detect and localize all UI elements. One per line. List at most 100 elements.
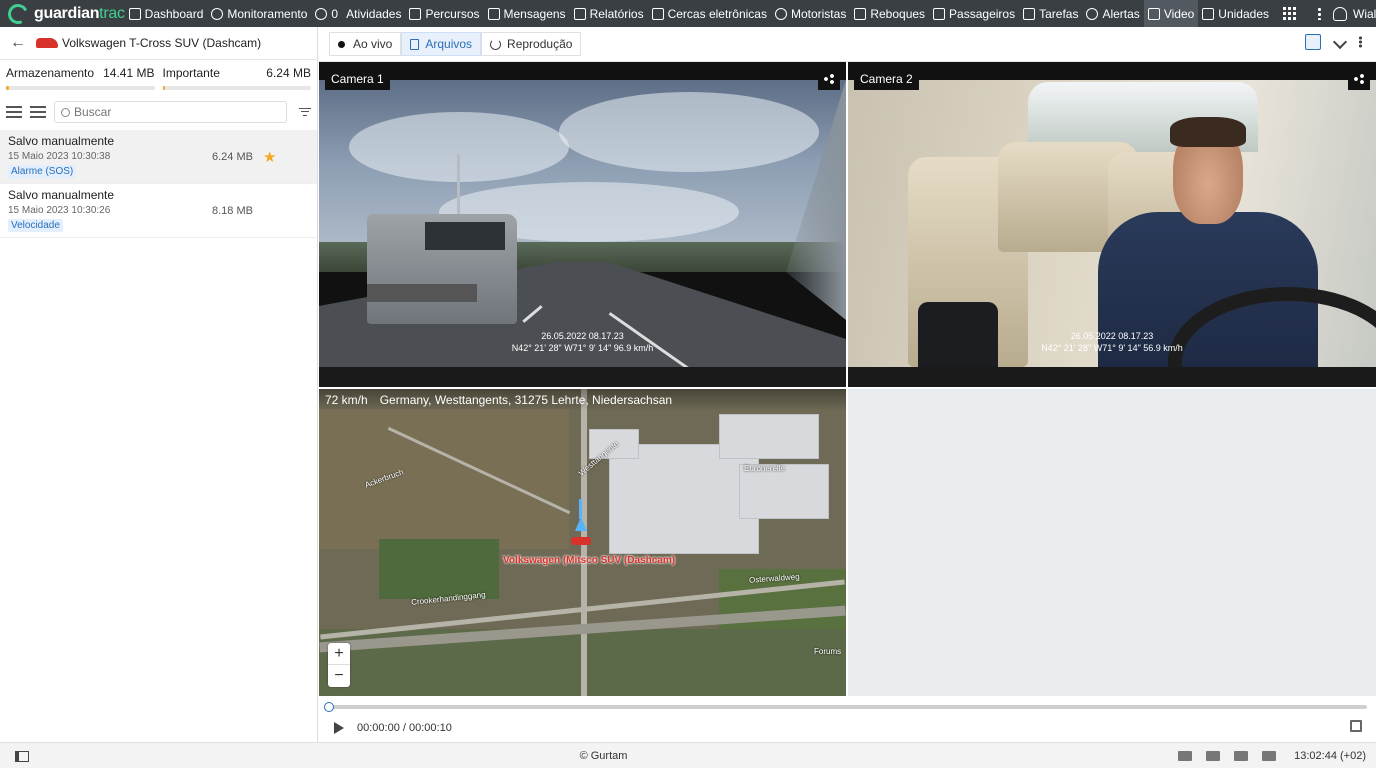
storage-label: Armazenamento [6, 66, 95, 80]
file-size: 6.24 MB [212, 151, 253, 163]
camera-overlay-timestamp: 26.05.2022 08.17.23 [1070, 331, 1154, 341]
play-icon[interactable] [334, 722, 344, 734]
nav-item-cercas[interactable]: Cercas eletrônicas [648, 0, 771, 27]
zoom-out-button[interactable]: − [328, 665, 350, 687]
file-title: Salvo manualmente [8, 188, 115, 202]
wrench-icon[interactable] [1332, 34, 1348, 50]
star-icon[interactable]: ★ [263, 148, 276, 166]
group-view-icon[interactable] [6, 106, 22, 118]
zoom-in-button[interactable]: + [328, 643, 350, 665]
user-icon[interactable] [1333, 6, 1347, 21]
trailer-icon [854, 7, 867, 20]
server-time: 13:02:44 (+02) [1294, 750, 1366, 762]
important-value: 6.24 MB [266, 66, 311, 80]
unit-marker[interactable] [571, 537, 591, 545]
bar-chart-icon [128, 7, 141, 20]
nav-item-motoristas[interactable]: Motoristas [771, 0, 850, 27]
progress-knob[interactable] [324, 702, 334, 712]
nav-item-dashboard[interactable]: Dashboard [125, 0, 208, 27]
map-street-label: Forums [814, 647, 842, 656]
unit-icon [1202, 7, 1215, 20]
nav-item-passageiros[interactable]: Passageiros [929, 0, 1019, 27]
alarm-icon [1086, 7, 1099, 20]
check-circle-icon [315, 7, 328, 20]
brand-text-part2: trac [99, 4, 125, 22]
progress-bar[interactable] [324, 702, 1367, 712]
main-nav: Dashboard Monitoramento 0 Atividades Per… [125, 0, 1273, 27]
flag-icon [409, 7, 422, 20]
brand-text-part1: guardian [34, 4, 100, 22]
task-icon [1023, 7, 1036, 20]
files-panel: ← Volkswagen T-Cross SUV (Dashcam) Armaz… [0, 27, 318, 742]
direction-arrow-icon [575, 517, 587, 531]
nav-item-reboques[interactable]: Reboques [850, 0, 929, 27]
tab-reproducao[interactable]: Reprodução [481, 32, 582, 56]
apps-grid-icon[interactable] [1273, 7, 1306, 20]
camera-overlay-coords: N42° 21' 28" W71° 9' 14" 56.9 km/h [1041, 343, 1183, 353]
status-icon-1[interactable] [1178, 751, 1192, 761]
search-icon [61, 107, 70, 117]
user-name[interactable]: Wialon [1353, 7, 1376, 21]
map-address: Germany, Westtangents, 31275 Lehrte, Nie… [379, 393, 673, 407]
more-options-icon[interactable] [1359, 36, 1362, 48]
file-size: 8.18 MB [212, 205, 253, 217]
copyright: © Gurtam [579, 749, 628, 762]
status-icon-2[interactable] [1206, 751, 1220, 761]
share-icon[interactable] [1348, 68, 1370, 90]
important-label: Importante [162, 66, 220, 80]
file-item[interactable]: Salvo manualmente 15 Maio 2023 10:30:26 … [0, 184, 317, 238]
important-bar-fill [162, 86, 166, 90]
back-arrow-icon[interactable]: ← [10, 34, 26, 52]
empty-video-slot [848, 389, 1376, 696]
map-unit-label: Volkswagen (Mitsco SUV (Dashcam) [503, 555, 676, 566]
message-icon [487, 7, 500, 20]
nav-item-mensagens[interactable]: Mensagens [484, 0, 570, 27]
steering-wheel-icon [774, 7, 787, 20]
nav-item-relatorios[interactable]: Relatórios [570, 0, 648, 27]
important-bar [162, 86, 311, 90]
search-input[interactable] [74, 105, 254, 119]
storage-bar [6, 86, 155, 90]
image-icon[interactable] [1234, 751, 1248, 761]
nav-item-activities-count[interactable]: 0 [311, 0, 342, 27]
track-line [579, 499, 582, 519]
storage-value: 14.41 MB [103, 66, 155, 80]
map-view[interactable]: 72 km/h Germany, Westtangents, 31275 Leh… [319, 389, 846, 696]
camera-1-view[interactable]: Camera 1 26.05.2022 08.17.23 N42° 21' 28… [319, 62, 846, 387]
storage-summary: Armazenamento 14.41 MB Importante 6.24 M… [0, 60, 317, 94]
file-item[interactable]: Salvo manualmente 15 Maio 2023 10:30:38 … [0, 130, 317, 184]
camera-2-view[interactable]: Camera 2 26.05.2022 08.17.23 N42° 21' 28… [848, 62, 1376, 387]
nav-item-alertas[interactable]: Alertas [1082, 0, 1143, 27]
nav-item-tarefas[interactable]: Tarefas [1019, 0, 1082, 27]
nav-item-monitoramento[interactable]: Monitoramento [207, 0, 311, 27]
map-toggle-icon[interactable] [1305, 34, 1321, 50]
file-date: 15 Maio 2023 10:30:26 [8, 205, 111, 216]
camera-overlay-timestamp: 26.05.2022 08.17.23 [541, 331, 624, 341]
nav-item-video[interactable]: Video [1143, 0, 1199, 27]
brand-logo[interactable]: guardiantrac [0, 0, 125, 27]
video-grid: Camera 1 26.05.2022 08.17.23 N42° 21' 28… [319, 62, 1376, 696]
camera-label: Camera 2 [854, 68, 919, 90]
more-menu-icon[interactable] [1318, 7, 1321, 20]
share-icon[interactable] [818, 68, 840, 90]
video-main: Ao vivo Arquivos Reprodução Camera 1 26.… [319, 27, 1376, 742]
file-title: Salvo manualmente [8, 134, 115, 148]
live-dot-icon [338, 40, 345, 48]
unit-header: ← Volkswagen T-Cross SUV (Dashcam) [0, 27, 317, 60]
file-icon [410, 38, 420, 50]
fullscreen-icon[interactable] [1350, 720, 1362, 732]
replay-icon [490, 38, 502, 50]
report-icon [573, 7, 586, 20]
globe-icon [211, 7, 224, 20]
nav-item-unidades[interactable]: Unidades [1198, 0, 1273, 27]
nav-item-atividades[interactable]: Atividades [342, 0, 405, 27]
sort-icon[interactable] [30, 106, 46, 118]
nav-item-percursos[interactable]: Percursos [405, 0, 483, 27]
filter-icon[interactable] [299, 107, 311, 117]
video-icon [1147, 7, 1160, 20]
status-icon-4[interactable] [1262, 751, 1276, 761]
file-tag: Velocidade [8, 219, 63, 232]
tab-arquivos[interactable]: Arquivos [401, 32, 482, 56]
video-tabs: Ao vivo Arquivos Reprodução [319, 27, 1376, 62]
tab-ao-vivo[interactable]: Ao vivo [329, 32, 402, 56]
